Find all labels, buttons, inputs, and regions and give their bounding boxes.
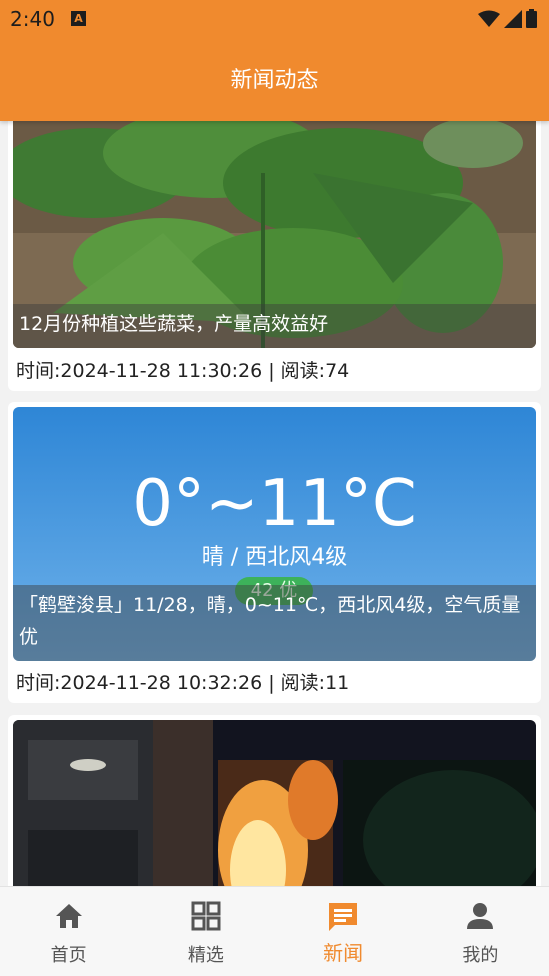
- status-bar: 2:40 A: [0, 0, 549, 38]
- news-caption: 「鹤壁浚县」11/28，晴，0~11℃，西北风4级，空气质量优: [13, 585, 536, 661]
- wifi-icon: [478, 10, 500, 27]
- news-image-fire[interactable]: [13, 720, 536, 886]
- page-title: 新闻动态: [230, 68, 319, 93]
- tab-label: 我的: [462, 945, 499, 966]
- tab-home[interactable]: 首页: [0, 887, 137, 976]
- tab-featured[interactable]: 精选: [137, 887, 274, 976]
- news-image-weather[interactable]: 0°~11°C 晴 / 西北风4级 42 优 「鹤壁浚县」11/28，晴，0~1…: [13, 407, 536, 661]
- tab-label: 精选: [187, 945, 224, 966]
- news-card[interactable]: 0°~11°C 晴 / 西北风4级 42 优 「鹤壁浚县」11/28，晴，0~1…: [8, 402, 541, 703]
- building-fire-image: [13, 720, 536, 886]
- system-icons: [478, 9, 537, 28]
- tab-label: 首页: [50, 945, 87, 966]
- notification-app-icon: A: [71, 11, 86, 26]
- news-image-vegetables[interactable]: 12月份种植这些蔬菜，产量高效益好: [13, 121, 536, 348]
- news-meta: 时间:2024-11-28 11:30:26 | 阅读:74: [16, 360, 350, 382]
- tab-label: 新闻: [323, 941, 364, 965]
- tab-mine[interactable]: 我的: [412, 887, 549, 976]
- news-list[interactable]: 12月份种植这些蔬菜，产量高效益好 时间:2024-11-28 11:30:26…: [0, 121, 549, 886]
- grid-icon: [191, 901, 221, 931]
- weather-temperature: 0°~11°C: [132, 467, 417, 541]
- cellular-icon: [504, 9, 522, 28]
- battery-icon: [526, 9, 537, 28]
- person-icon: [467, 903, 494, 929]
- tab-news[interactable]: 新闻: [275, 887, 412, 976]
- bottom-tab-bar: 首页 精选 新闻 我的: [0, 886, 549, 976]
- home-icon: [55, 904, 82, 928]
- app-bar: 2:40 A 新闻动态: [0, 0, 549, 121]
- news-caption: 12月份种植这些蔬菜，产量高效益好: [13, 304, 536, 348]
- weather-description: 晴 / 西北风4级: [201, 545, 348, 570]
- news-meta: 时间:2024-11-28 10:32:26 | 阅读:11: [16, 672, 350, 694]
- status-time: 2:40: [10, 7, 55, 31]
- news-card[interactable]: [8, 715, 541, 886]
- message-icon: [329, 903, 358, 931]
- news-card[interactable]: 12月份种植这些蔬菜，产量高效益好 时间:2024-11-28 11:30:26…: [8, 121, 541, 391]
